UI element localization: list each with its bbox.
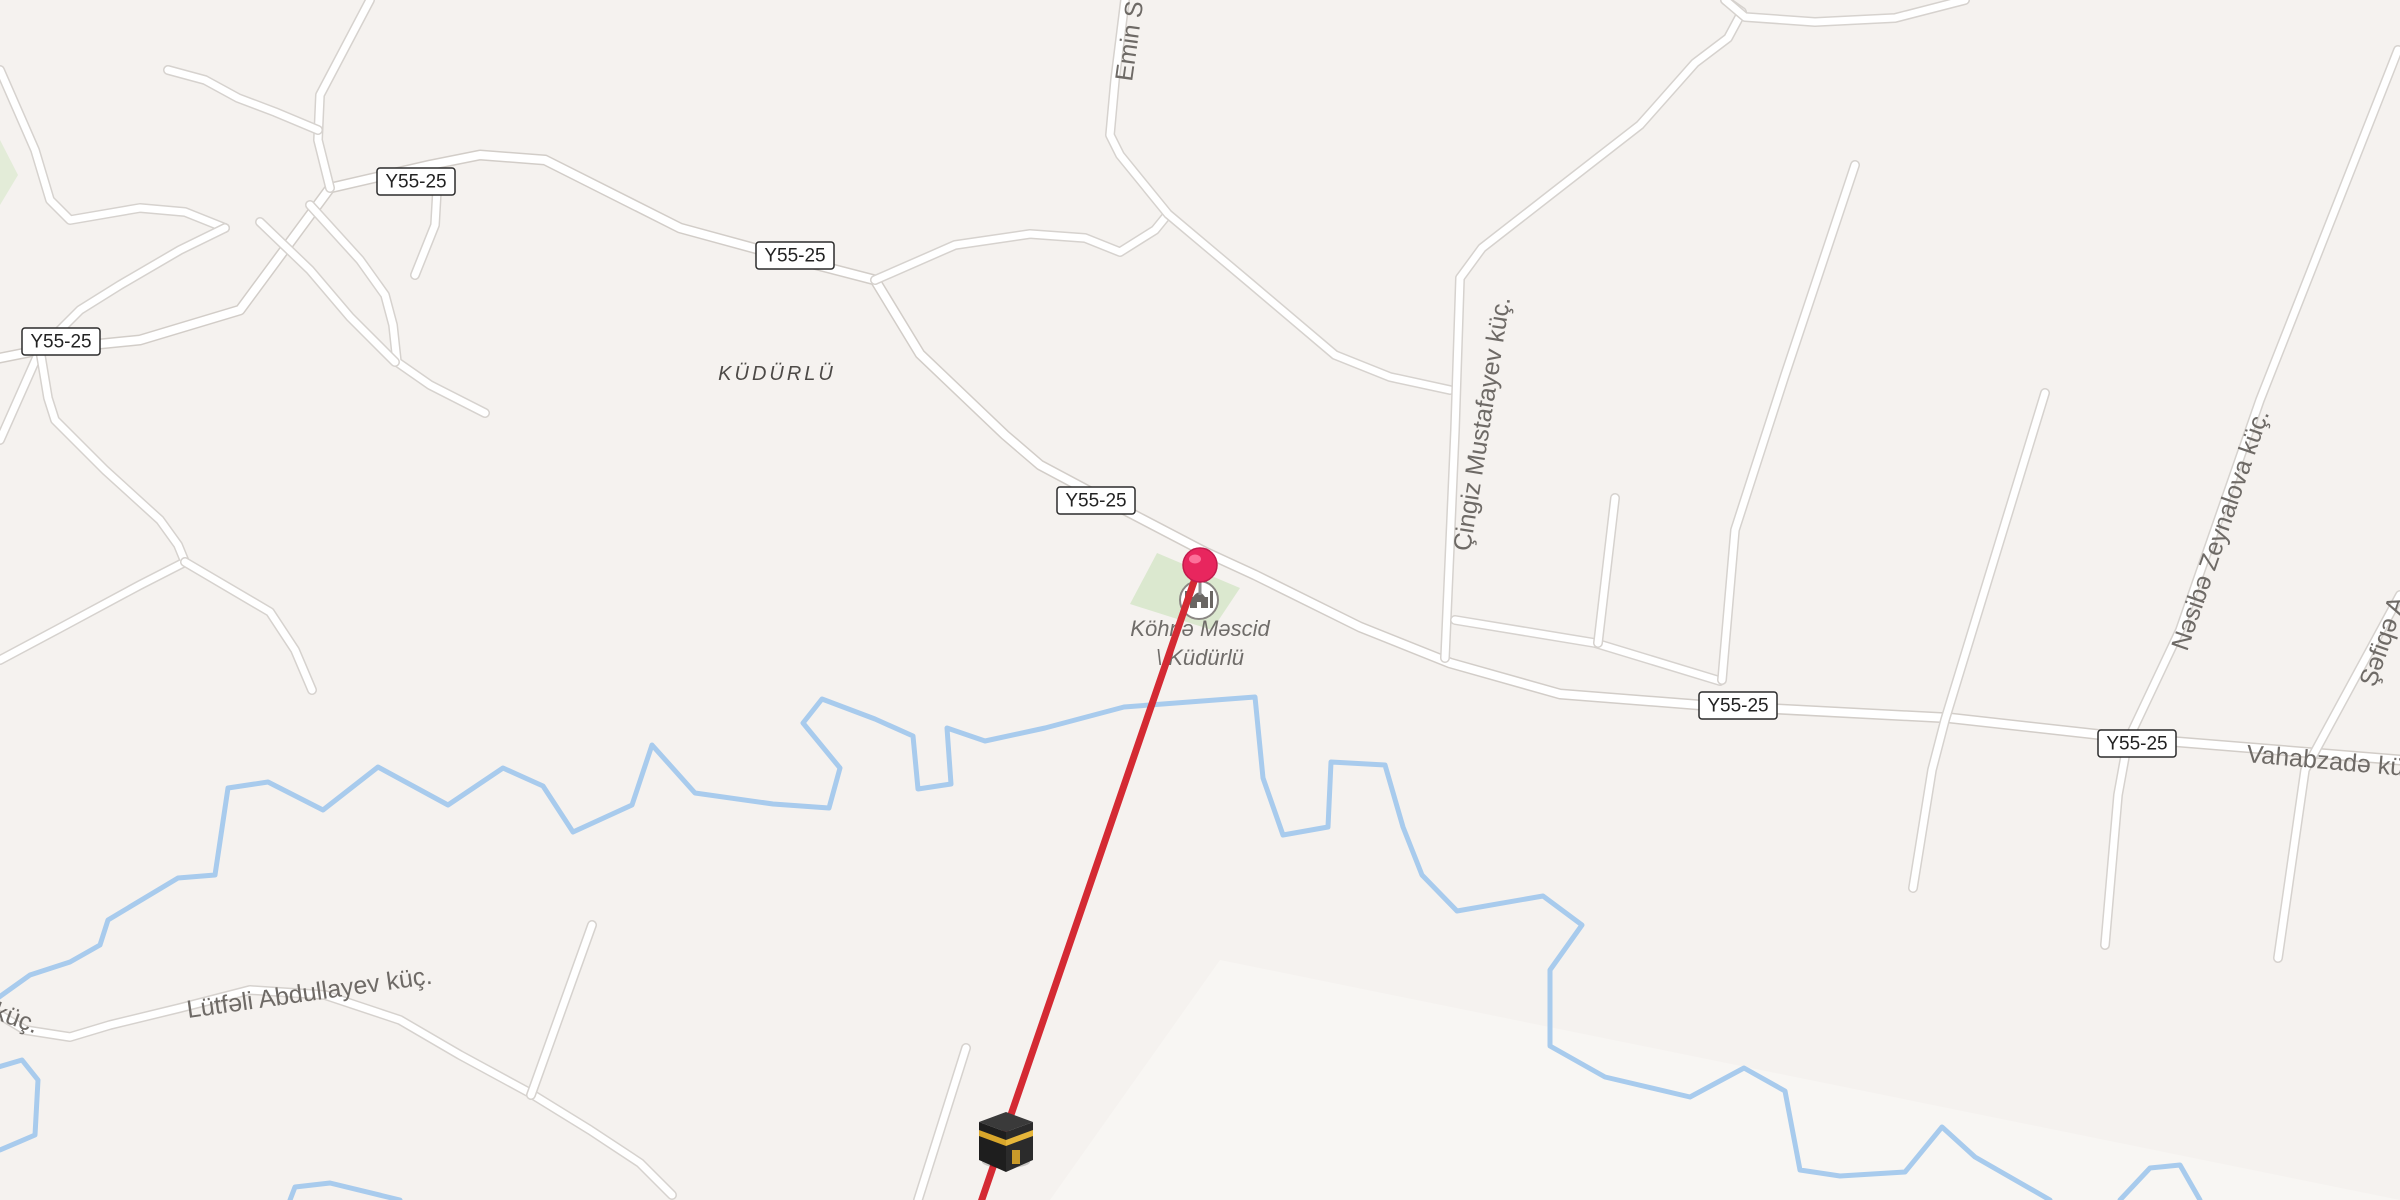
svg-text:Y55-25: Y55-25 [385, 172, 446, 193]
road-shield: Y55-25 [21, 327, 101, 356]
mosque-name-line1: Köhnə Məscid [1130, 616, 1270, 641]
road-shield: Y55-25 [1056, 486, 1136, 515]
svg-text:Y55-25: Y55-25 [1707, 696, 1768, 717]
svg-text:Y55-25: Y55-25 [1065, 491, 1126, 512]
svg-text:Y55-25: Y55-25 [2106, 734, 2167, 755]
map-view[interactable]: Emin S Çingiz Mustafayev küç. Nəsibə Zey… [0, 0, 2400, 1200]
road-shield: Y55-25 [1698, 691, 1778, 720]
road-shield: Y55-25 [376, 167, 456, 196]
road-shield: Y55-25 [755, 241, 835, 270]
svg-text:Y55-25: Y55-25 [30, 332, 91, 353]
village-label: KÜDÜRLÜ [718, 363, 836, 385]
road-shield: Y55-25 [2097, 729, 2177, 758]
kaaba-icon[interactable] [979, 1112, 1033, 1172]
svg-text:Y55-25: Y55-25 [764, 246, 825, 267]
